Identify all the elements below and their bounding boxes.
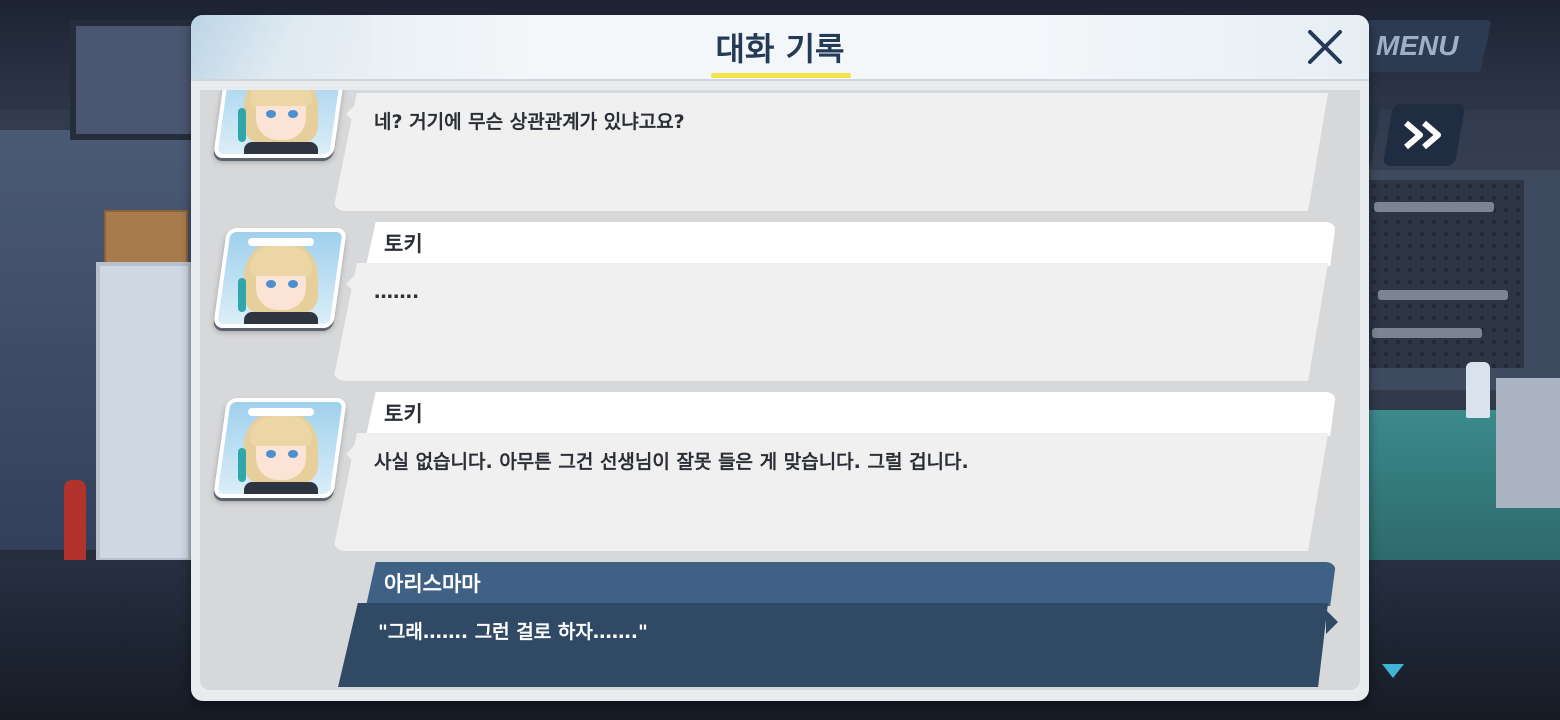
close-icon	[1308, 30, 1342, 64]
log-entry: 네? 거기에 무슨 상관관계가 있냐고요?	[200, 90, 1360, 212]
player-log-entry: 아리스마마 "그래……. 그런 걸로 하자……."	[200, 562, 1360, 690]
speaker-name: 토키	[384, 232, 423, 256]
close-button[interactable]	[1303, 25, 1347, 69]
background-rifle	[1378, 290, 1508, 300]
character-portrait	[212, 398, 348, 498]
dialogue-text: …….	[374, 281, 420, 303]
dialog-log-panel: 대화 기록 네? 거기에 무슨 상관관계가 있냐고요? 토키 ……. 토키 사실…	[191, 15, 1369, 701]
background-water-bottle	[1466, 362, 1490, 418]
bubble-tail	[346, 442, 358, 466]
bubble-tail	[346, 102, 358, 126]
log-entry: 토키 …….	[200, 222, 1360, 382]
background-window	[70, 20, 210, 140]
dialogue-text: 네? 거기에 무슨 상관관계가 있냐고요?	[374, 111, 685, 133]
fast-forward-icon	[1404, 120, 1441, 150]
background-shelf	[96, 262, 192, 562]
background-rifle	[1374, 202, 1494, 212]
player-bubble-tail	[1326, 610, 1338, 634]
dialog-header: 대화 기록	[191, 15, 1369, 79]
player-name: 아리스마마	[384, 572, 481, 596]
header-decoration	[191, 15, 371, 79]
dialog-log-list[interactable]: 네? 거기에 무슨 상관관계가 있냐고요? 토키 ……. 토키 사실 없습니다.…	[200, 90, 1360, 690]
next-arrow-icon[interactable]	[1382, 664, 1404, 678]
background-fridge	[1496, 378, 1560, 508]
skip-button[interactable]	[1382, 104, 1466, 166]
title-underline	[711, 73, 851, 78]
background-fire-extinguisher	[64, 480, 86, 570]
background-weapon-rack	[1368, 180, 1524, 368]
character-portrait	[212, 90, 348, 158]
player-dialogue-text: "그래……. 그런 걸로 하자……."	[378, 621, 648, 643]
dialog-title: 대화 기록	[715, 30, 845, 68]
log-entry: 토키 사실 없습니다. 아무튼 그건 선생님이 잘못 들은 게 맞습니다. 그럴…	[200, 392, 1360, 552]
speaker-name: 토키	[384, 402, 423, 426]
background-rifle	[1372, 328, 1482, 338]
character-portrait	[212, 228, 348, 328]
header-divider	[191, 79, 1369, 81]
menu-label[interactable]: MENU	[1376, 28, 1466, 64]
bubble-tail	[346, 272, 358, 296]
background-cardboard-box	[104, 210, 188, 266]
dialogue-text: 사실 없습니다. 아무튼 그건 선생님이 잘못 들은 게 맞습니다. 그럴 겁니…	[374, 451, 969, 473]
